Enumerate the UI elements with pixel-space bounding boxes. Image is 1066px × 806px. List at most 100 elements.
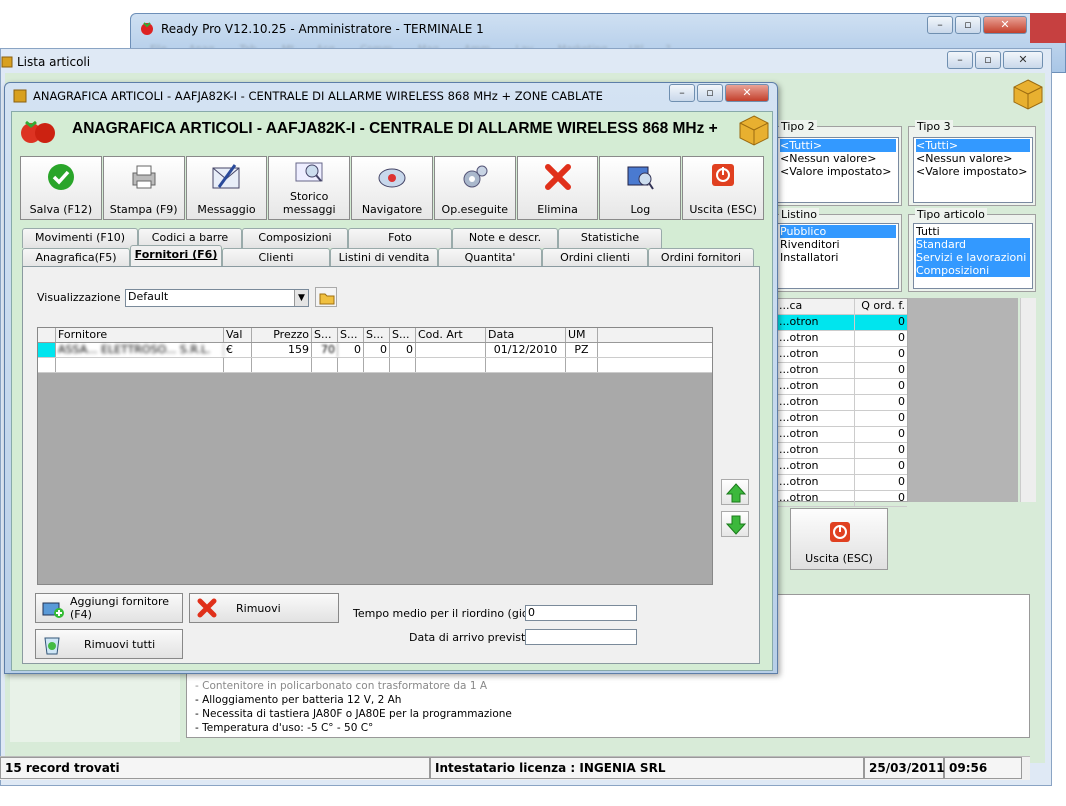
operations-button[interactable]: Op.eseguite: [433, 156, 516, 220]
remove-button[interactable]: Rimuovi: [189, 593, 339, 623]
add-supplier-button[interactable]: Aggiungi fornitore (F4): [35, 593, 183, 623]
tipo3-list[interactable]: <Tutti> <Nessun valore> <Valore impostat…: [913, 137, 1033, 203]
table-row[interactable]: ...otron 0: [777, 475, 907, 491]
tab-ordini-clienti[interactable]: Ordini clienti: [542, 248, 648, 268]
tab-foto[interactable]: Foto: [348, 228, 452, 248]
table-row[interactable]: ...otron 0: [777, 379, 907, 395]
list-item[interactable]: Rivenditori: [780, 238, 896, 251]
list-item[interactable]: <Valore impostato>: [780, 165, 896, 178]
save-button[interactable]: Salva (F12): [20, 156, 102, 220]
articles-table[interactable]: ...ca Q ord. f. ...otron 0 ...otron 0 ...otr…: [776, 298, 908, 507]
table-cell[interactable]: 01/12/2010: [486, 343, 566, 357]
table-scrollbar[interactable]: [1020, 298, 1036, 502]
remove-all-button[interactable]: Rimuovi tutti: [35, 629, 183, 659]
table-cell[interactable]: 0: [338, 343, 364, 357]
list-item[interactable]: <Tutti>: [916, 139, 1030, 152]
column-header[interactable]: S...: [312, 328, 338, 342]
tab-statistiche[interactable]: Statistiche: [558, 228, 662, 248]
tipo-articolo-list[interactable]: Tutti Standard Servizi e lavorazioni Com…: [913, 223, 1033, 289]
fornitori-grid[interactable]: Fornitore Val Prezzo S... S... S... S... Cod. A…: [37, 327, 713, 585]
table-cell[interactable]: [486, 358, 566, 372]
table-cell[interactable]: 0: [390, 343, 416, 357]
lista-maximize-button[interactable]: ▫: [975, 51, 1001, 69]
table-cell[interactable]: [338, 358, 364, 372]
tab-listini[interactable]: Listini di vendita: [330, 248, 438, 268]
list-item[interactable]: Tutti: [916, 225, 1030, 238]
list-item[interactable]: Standard: [916, 238, 1030, 251]
table-cell[interactable]: €: [224, 343, 252, 357]
table-cell[interactable]: [224, 358, 252, 372]
message-button[interactable]: Messaggio: [185, 156, 268, 220]
lista-minimize-button[interactable]: –: [947, 51, 973, 69]
exit-button[interactable]: Uscita (ESC): [682, 156, 765, 220]
move-down-button[interactable]: [721, 511, 749, 537]
table-row[interactable]: ...otron 0: [777, 363, 907, 379]
column-header[interactable]: Q ord. f.: [855, 299, 907, 314]
print-button[interactable]: Stampa (F9): [102, 156, 185, 220]
list-item[interactable]: <Nessun valore>: [780, 152, 896, 165]
column-header[interactable]: Cod. Art: [416, 328, 486, 342]
table-cell[interactable]: [416, 358, 486, 372]
column-header[interactable]: S...: [390, 328, 416, 342]
table-cell[interactable]: 70: [312, 343, 338, 357]
visualizzazione-select[interactable]: Default ▼: [125, 289, 309, 307]
table-row[interactable]: ...otron 0: [777, 443, 907, 459]
column-header[interactable]: Data: [486, 328, 566, 342]
table-cell[interactable]: 159: [252, 343, 312, 357]
list-item[interactable]: <Nessun valore>: [916, 152, 1030, 165]
table-row[interactable]: ...otron 0: [777, 491, 907, 507]
close-button[interactable]: ✕: [983, 16, 1027, 34]
column-header[interactable]: S...: [338, 328, 364, 342]
table-row[interactable]: ...otron 0: [777, 427, 907, 443]
tipo2-list[interactable]: <Tutti> <Nessun valore> <Valore impostat…: [777, 137, 899, 203]
table-cell[interactable]: 0: [364, 343, 390, 357]
navigator-button[interactable]: Navigatore: [351, 156, 433, 220]
list-item[interactable]: <Tutti>: [780, 139, 896, 152]
tab-anagrafica[interactable]: Anagrafica(F5): [22, 248, 130, 268]
column-header[interactable]: Val: [224, 328, 252, 342]
list-item[interactable]: Composizioni: [916, 264, 1030, 277]
data-arrivo-input[interactable]: [525, 629, 637, 645]
lista-close-button[interactable]: ✕: [1003, 51, 1043, 69]
table-row[interactable]: ...otron 0: [777, 395, 907, 411]
column-header[interactable]: Prezzo: [252, 328, 312, 342]
tab-ordini-fornitori[interactable]: Ordini fornitori: [648, 248, 754, 268]
table-cell[interactable]: ASSA... ELETTROSO... S.R.L.: [56, 343, 224, 357]
column-header[interactable]: S...: [364, 328, 390, 342]
table-row[interactable]: ...otron 0: [777, 315, 907, 331]
maximize-button[interactable]: ▫: [955, 16, 981, 34]
table-cell[interactable]: [566, 358, 598, 372]
row-selector[interactable]: [38, 343, 56, 357]
minimize-button[interactable]: –: [927, 16, 953, 34]
table-row[interactable]: ASSA... ELETTROSO... S.R.L. €159 70 0 0 0 01/1…: [38, 343, 712, 358]
table-row[interactable]: ...otron 0: [777, 331, 907, 347]
log-button[interactable]: Log: [599, 156, 682, 220]
table-row[interactable]: ...otron 0: [777, 411, 907, 427]
table-row-empty[interactable]: [38, 358, 712, 373]
dialog-maximize-button[interactable]: ▫: [697, 84, 723, 102]
table-row[interactable]: ...otron 0: [777, 347, 907, 363]
list-item[interactable]: <Valore impostato>: [916, 165, 1030, 178]
tab-quantita[interactable]: Quantita': [438, 248, 542, 268]
table-cell[interactable]: PZ: [566, 343, 598, 357]
table-cell[interactable]: [38, 358, 56, 372]
column-header[interactable]: Fornitore: [56, 328, 224, 342]
list-item[interactable]: Pubblico: [780, 225, 896, 238]
tab-note[interactable]: Note e descr.: [452, 228, 558, 248]
table-cell[interactable]: [390, 358, 416, 372]
folder-button[interactable]: [315, 287, 337, 307]
table-cell[interactable]: [416, 343, 486, 357]
move-up-button[interactable]: [721, 479, 749, 505]
table-cell[interactable]: [364, 358, 390, 372]
tab-movimenti[interactable]: Movimenti (F10): [22, 228, 138, 248]
message-history-button[interactable]: Storico messaggi: [268, 156, 351, 220]
dialog-close-button[interactable]: ✕: [725, 84, 769, 102]
list-item[interactable]: Installatori: [780, 251, 896, 264]
delete-button[interactable]: Elimina: [516, 156, 599, 220]
tab-composizioni[interactable]: Composizioni: [242, 228, 348, 248]
column-header[interactable]: ...ca: [777, 299, 855, 314]
table-cell[interactable]: [312, 358, 338, 372]
lista-exit-button[interactable]: Uscita (ESC): [790, 508, 888, 570]
table-cell[interactable]: [252, 358, 312, 372]
table-row[interactable]: ...otron 0: [777, 459, 907, 475]
